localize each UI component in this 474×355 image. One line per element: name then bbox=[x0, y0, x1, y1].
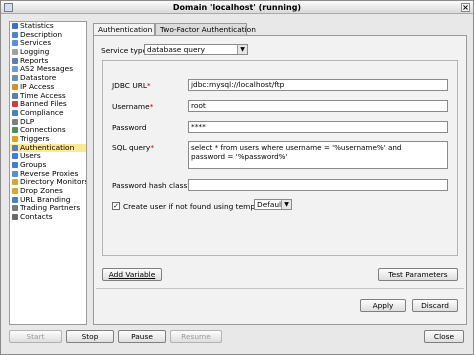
sidebar-item-label: Groups bbox=[20, 160, 47, 169]
statistics-icon bbox=[12, 23, 18, 29]
dlp-icon bbox=[12, 118, 18, 125]
sidebar-item-label: Compliance bbox=[20, 107, 64, 117]
sql-query-label: SQL query* bbox=[112, 143, 155, 152]
window-title: Domain 'localhost' (running) bbox=[172, 3, 302, 12]
chevron-down-icon: ▼ bbox=[281, 200, 291, 209]
start-button[interactable]: Start bbox=[9, 330, 62, 343]
sidebar-item-label: Statistics bbox=[20, 21, 54, 30]
users-icon bbox=[12, 153, 18, 160]
password-input[interactable]: **** bbox=[188, 121, 448, 133]
sidebar-item-label: Directory Monitors bbox=[20, 177, 87, 187]
database-settings-group: JDBC URL* jdbc:mysql://localhost/ftp Use… bbox=[102, 60, 458, 256]
jdbc-url-label: JDBC URL* bbox=[112, 81, 151, 90]
sidebar-navigation: Statistics Description Services Logging Repo… bbox=[9, 21, 87, 325]
title-bar: Domain 'localhost' (running) × bbox=[1, 1, 473, 14]
panel-divider bbox=[96, 288, 464, 289]
url-branding-icon bbox=[12, 196, 18, 203]
sidebar-item-label: Reports bbox=[20, 55, 49, 65]
password-hash-class-input[interactable] bbox=[188, 179, 448, 191]
create-user-checkbox[interactable]: ✓ bbox=[112, 202, 120, 210]
as2-messages-icon bbox=[12, 66, 18, 73]
compliance-icon bbox=[12, 109, 18, 116]
discard-button[interactable]: Discard bbox=[412, 299, 458, 312]
sql-query-line-1: select * from users where username = '%u… bbox=[191, 143, 402, 152]
sidebar-item-label: Time Access bbox=[20, 90, 66, 100]
username-input[interactable]: root bbox=[188, 100, 448, 112]
test-parameters-label: Test Parameters bbox=[388, 270, 448, 279]
test-parameters-button[interactable]: Test Parameters bbox=[378, 268, 458, 281]
password-label: Password bbox=[112, 123, 147, 132]
sidebar-item-label: Contacts bbox=[20, 212, 53, 222]
domain-window: Domain 'localhost' (running) × Statistic… bbox=[0, 0, 474, 355]
create-user-label: Create user if not found using template bbox=[123, 202, 270, 211]
sidebar-item-label: Connections bbox=[20, 125, 66, 135]
service-type-value: database query bbox=[147, 45, 205, 54]
sidebar-item-label: AS2 Messages bbox=[20, 64, 74, 74]
drop-zones-icon bbox=[12, 188, 18, 195]
service-type-select[interactable]: database query ▼ bbox=[144, 44, 248, 55]
time-access-icon bbox=[12, 92, 18, 99]
contacts-icon bbox=[12, 214, 18, 221]
sidebar-item-label: Authentication bbox=[20, 142, 75, 152]
sidebar-item-label: Description bbox=[20, 29, 63, 39]
description-icon bbox=[12, 31, 18, 38]
authentication-panel: Service type database query ▼ JDBC URL* … bbox=[93, 35, 467, 325]
trading-partners-icon bbox=[12, 205, 18, 212]
close-button[interactable]: Close bbox=[424, 330, 464, 343]
service-type-label: Service type bbox=[101, 46, 148, 55]
directory-monitors-icon bbox=[12, 179, 18, 186]
logging-icon bbox=[12, 49, 18, 56]
sidebar-item-label: Logging bbox=[20, 47, 50, 57]
template-value: Default bbox=[257, 200, 285, 209]
username-label: Username* bbox=[112, 102, 154, 111]
sidebar-item-label: Reverse Proxies bbox=[20, 168, 79, 178]
chevron-down-icon: ▼ bbox=[237, 45, 247, 54]
sidebar-item-label: URL Branding bbox=[20, 194, 71, 204]
sidebar-item-label: Trading Partners bbox=[20, 203, 81, 213]
reverse-proxies-icon bbox=[12, 170, 18, 177]
close-window-icon[interactable]: × bbox=[461, 3, 470, 12]
stop-button[interactable]: Stop bbox=[66, 330, 114, 343]
groups-icon bbox=[12, 162, 18, 168]
authentication-icon bbox=[12, 144, 18, 151]
sidebar-item-label: Drop Zones bbox=[20, 186, 63, 196]
sidebar-item-label: Banned Files bbox=[20, 99, 67, 109]
tab-two-factor-authentication[interactable]: Two-Factor Authentication bbox=[155, 23, 256, 35]
template-select[interactable]: Default ▼ bbox=[254, 199, 292, 210]
services-icon bbox=[12, 40, 18, 47]
sidebar-item-label: Users bbox=[20, 151, 41, 161]
ip-access-icon bbox=[12, 83, 18, 90]
triggers-icon bbox=[12, 135, 18, 142]
add-variable-button[interactable]: Add Variable bbox=[102, 268, 162, 281]
password-hash-class-label: Password hash class bbox=[112, 181, 188, 190]
sidebar-item-label: Datastore bbox=[20, 73, 57, 83]
jdbc-url-input[interactable]: jdbc:mysql://localhost/ftp bbox=[188, 79, 448, 91]
reports-icon bbox=[12, 57, 18, 64]
sql-query-line-2: password = '%password%' bbox=[191, 152, 288, 161]
window-icon bbox=[4, 3, 13, 12]
datastore-icon bbox=[12, 75, 18, 82]
sql-query-textarea[interactable]: select * from users where username = '%u… bbox=[188, 141, 448, 169]
banned-files-icon bbox=[12, 101, 18, 108]
sidebar-item-label: DLP bbox=[20, 116, 35, 126]
sidebar-item-label: Triggers bbox=[20, 133, 50, 143]
apply-button[interactable]: Apply bbox=[360, 299, 406, 312]
resume-button[interactable]: Resume bbox=[170, 330, 222, 343]
connections-icon bbox=[12, 127, 18, 134]
sidebar-item-contacts[interactable]: Contacts bbox=[10, 212, 86, 222]
sidebar-item-label: Services bbox=[20, 38, 52, 48]
add-variable-label: Add Variable bbox=[108, 270, 156, 279]
sidebar-item-label: IP Access bbox=[20, 81, 55, 91]
pause-button[interactable]: Pause bbox=[118, 330, 166, 343]
